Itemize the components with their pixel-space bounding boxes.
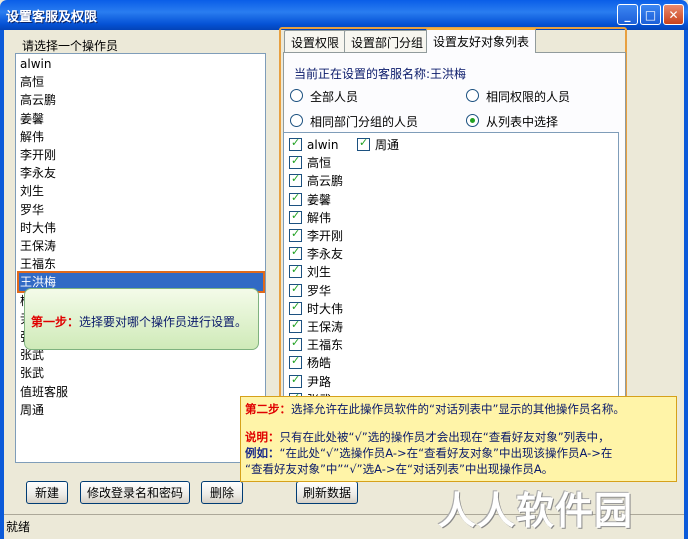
radio-select-from-list-label: 从列表中选择	[486, 115, 559, 129]
friend-checkbox[interactable]	[289, 209, 302, 224]
close-button[interactable]: ✕	[663, 4, 684, 25]
step2-label: 第二步：	[245, 402, 291, 416]
friend-checkbox-label: 杨皓	[307, 356, 332, 371]
example-label: 例如：	[245, 446, 280, 460]
friend-checkbox[interactable]	[289, 191, 302, 206]
friend-checkbox[interactable]	[289, 354, 302, 370]
friend-checkbox-label: 李开刚	[307, 229, 344, 243]
friend-checkbox-label: 王保涛	[307, 320, 344, 334]
friend-checkbox-label: 罗华	[307, 283, 332, 298]
title-bar: 设置客服及权限 _ □ ✕	[0, 0, 688, 30]
friend-checkbox-label: 尹路	[307, 374, 332, 389]
friend-checkbox-label: alwin	[307, 138, 339, 152]
radio-same-department-label: 相同部门分组的人员	[310, 115, 419, 129]
friend-checklist[interactable]: alwin高恒高云鹏姜馨解伟李开刚李永友刘生罗华时大伟王保涛王福东杨皓尹路张武周…	[283, 132, 619, 400]
friend-checkbox-label: 李永友	[307, 247, 344, 262]
friend-checkbox-label: 王福东	[307, 338, 344, 353]
operator-list-item[interactable]: 王福东	[19, 255, 263, 273]
operator-list-item[interactable]: 李永友	[19, 164, 263, 182]
radio-same-permission[interactable]	[466, 89, 479, 102]
delete-button[interactable]: 删除	[201, 481, 243, 504]
current-operator-label: 当前正在设置的客服名称:王洪梅	[294, 67, 467, 81]
explain-text: 只有在此处被“√”选的操作员才会出现在“查看好友对象”列表中，	[279, 430, 610, 444]
operator-list-item[interactable]: 高云鹏	[19, 91, 263, 109]
friend-checkbox[interactable]	[289, 373, 302, 388]
friend-checkbox[interactable]	[289, 245, 302, 261]
friend-checkbox-label: 时大伟	[307, 301, 344, 316]
operator-listbox[interactable]: alwin高恒高云鹏姜馨解伟李开刚李永友刘生罗华时大伟王保涛王福东王洪梅杨皓尹路…	[15, 53, 266, 463]
window-frame-right	[684, 30, 688, 539]
tab-friend-list[interactable]: 设置友好对象列表	[426, 28, 537, 53]
step2-text: 选择允许在此操作员软件的“对话列表中”显示的其他操作员名称。	[291, 402, 625, 416]
friend-checkbox[interactable]	[357, 136, 370, 151]
friend-checkbox-label: 解伟	[307, 210, 332, 225]
step1-label: 第一步：	[31, 315, 80, 329]
minimize-button[interactable]: _	[617, 4, 638, 25]
friend-checkbox-label: 周通	[375, 138, 400, 152]
operator-list-item[interactable]: 时大伟	[19, 219, 263, 237]
status-text: 就绪	[6, 520, 31, 534]
operator-list-item[interactable]: 值班客服	[19, 383, 263, 401]
operator-list-item[interactable]: 周通	[19, 401, 263, 419]
watermark-text: 人人软件园	[438, 489, 634, 533]
friend-checkbox-label: 高云鹏	[307, 174, 344, 189]
friend-checkbox[interactable]	[289, 318, 302, 333]
edit-login-button[interactable]: 修改登录名和密码	[80, 481, 190, 504]
explain-label: 说明：	[245, 430, 280, 444]
radio-select-from-list[interactable]	[466, 114, 479, 127]
friend-checkbox[interactable]	[289, 263, 302, 279]
step1-callout: 第一步：选择要对哪个操作员进行设置。	[24, 288, 259, 350]
window-title: 设置客服及权限	[6, 10, 98, 25]
window-frame-left	[0, 30, 4, 539]
maximize-button[interactable]: □	[640, 4, 661, 25]
new-button[interactable]: 新建	[26, 481, 68, 504]
friend-checkbox[interactable]	[289, 136, 302, 151]
radio-same-permission-label: 相同权限的人员	[486, 90, 571, 104]
friend-checkbox[interactable]	[289, 172, 302, 188]
friend-checkbox[interactable]	[289, 227, 302, 242]
operator-list-item[interactable]: 李开刚	[19, 146, 263, 164]
example-line2: “查看好友对象”中”“√”选A->在“对话列表”中出现操作员A。	[245, 462, 554, 476]
friend-checkbox-label: 刘生	[307, 265, 332, 280]
refresh-button[interactable]: 刷新数据	[296, 481, 358, 504]
operator-list-item[interactable]: 罗华	[19, 201, 263, 219]
friend-checkbox[interactable]	[289, 282, 302, 297]
operator-prompt-label: 请选择一个操作员	[22, 39, 119, 53]
friend-checkbox[interactable]	[289, 300, 302, 315]
radio-all-staff-label: 全部人员	[310, 90, 359, 104]
friend-checkbox[interactable]	[289, 336, 302, 352]
tab-department-groups[interactable]: 设置部门分组	[344, 30, 431, 52]
step1-text: 选择要对哪个操作员进行设置。	[79, 315, 248, 329]
example-line1: “在此处“√”选操作员A->在“查看好友对象”中出现该操作员A->在	[279, 446, 613, 460]
operator-list-item[interactable]: 姜馨	[19, 110, 263, 128]
operator-list-item[interactable]: 张武	[19, 364, 263, 382]
friend-checkbox-label: 高恒	[307, 156, 332, 171]
friend-checkbox-label: 姜馨	[307, 192, 332, 207]
operator-list-item[interactable]: 刘生	[19, 182, 263, 200]
operator-list-item[interactable]: 王保涛	[19, 237, 263, 255]
operator-list-item[interactable]: alwin	[19, 55, 263, 73]
tab-permissions[interactable]: 设置权限	[284, 30, 347, 52]
operator-list-item[interactable]: 高恒	[19, 73, 263, 91]
operator-list-item[interactable]: 解伟	[19, 128, 263, 146]
radio-all-staff[interactable]	[290, 89, 303, 102]
friend-checkbox[interactable]	[289, 154, 302, 170]
step2-callout: 第二步：选择允许在此操作员软件的“对话列表中”显示的其他操作员名称。 说明：只有…	[240, 396, 677, 482]
radio-same-department[interactable]	[290, 114, 303, 127]
